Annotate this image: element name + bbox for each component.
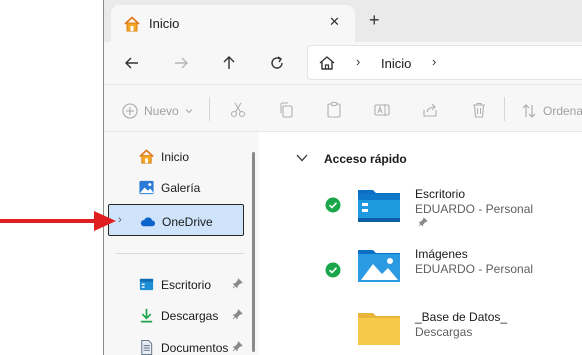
arrow-left-icon (125, 57, 138, 69)
folder-location: Descargas (415, 325, 473, 339)
command-bar: Nuevo Ordena (104, 84, 582, 132)
rename-icon[interactable] (373, 101, 391, 119)
refresh-icon (271, 56, 283, 69)
back-button[interactable] (121, 52, 143, 74)
sidebar-item-galeria[interactable]: Galería (108, 172, 244, 202)
breadcrumb-location[interactable]: Inicio (381, 56, 411, 71)
arrow-up-icon (223, 56, 235, 69)
sidebar-item-escritorio[interactable]: Escritorio (108, 269, 244, 299)
pictures-folder-icon (358, 250, 400, 282)
home-icon (139, 149, 154, 164)
close-tab-button[interactable]: ✕ (329, 14, 340, 30)
file-explorer-window: Inicio ✕ + › Inicio › Nuevo Ordena Inici… (103, 0, 582, 355)
home-icon (124, 16, 140, 32)
plus-circle-icon (122, 103, 138, 119)
arrow-right-icon (175, 57, 188, 69)
paste-icon[interactable] (325, 101, 343, 119)
refresh-button[interactable] (266, 52, 288, 74)
breadcrumb-separator[interactable]: › (432, 54, 436, 69)
cloud-icon (140, 217, 156, 227)
tab-strip: Inicio ✕ + (104, 0, 582, 42)
pin-icon (232, 278, 243, 289)
sidebar-item-label: Documentos (161, 341, 229, 355)
sidebar-item-label: Galería (161, 181, 201, 195)
address-bar[interactable]: › Inicio › (307, 45, 582, 80)
copy-icon[interactable] (277, 101, 295, 119)
new-button-label: Nuevo (144, 104, 179, 118)
quick-access-item-imagenes[interactable]: Imágenes EDUARDO - Personal (319, 245, 582, 297)
sidebar-divider (116, 253, 244, 254)
sidebar-scrollbar[interactable] (252, 152, 255, 352)
folder-location: EDUARDO - Personal (415, 202, 534, 216)
pin-icon (418, 217, 428, 227)
folder-name: Imágenes (415, 247, 468, 261)
sidebar-item-label: OneDrive (162, 215, 213, 229)
sync-status-icon (325, 197, 341, 213)
folder-icon (358, 313, 400, 345)
desktop-folder-icon (358, 190, 400, 222)
annotation-arrow-icon (0, 211, 116, 231)
document-icon (141, 339, 153, 355)
pin-icon (232, 341, 243, 352)
quick-access-header[interactable]: Acceso rápido (324, 152, 407, 166)
sidebar-item-documentos[interactable]: Documentos (108, 332, 244, 355)
new-tab-button[interactable]: + (369, 11, 380, 29)
gallery-icon (139, 180, 154, 195)
toolbar-divider (504, 97, 505, 121)
sort-icon (522, 104, 536, 118)
share-icon[interactable] (421, 101, 439, 119)
sidebar-item-label: Descargas (161, 309, 219, 323)
new-button[interactable]: Nuevo (122, 103, 193, 119)
up-button[interactable] (218, 52, 240, 74)
quick-access-item-base-de-datos[interactable]: _Base de Datos_ Descargas (319, 308, 582, 355)
sidebar-item-descargas[interactable]: Descargas (108, 300, 244, 330)
pin-icon (232, 309, 243, 320)
breadcrumb-separator[interactable]: › (356, 54, 360, 69)
quick-access-item-escritorio[interactable]: Escritorio EDUARDO - Personal (319, 185, 582, 237)
sidebar-item-label: Inicio (161, 150, 190, 164)
sort-button-label: Ordena (543, 104, 582, 118)
sidebar-item-onedrive[interactable]: › OneDrive (108, 204, 244, 236)
toolbar-divider (209, 97, 210, 121)
sync-status-icon (325, 262, 341, 278)
folder-location: EDUARDO - Personal (415, 262, 534, 276)
navigation-pane: Inicio Galería › OneDrive Escritorio Des… (104, 132, 259, 355)
sort-button[interactable]: Ordena (521, 103, 582, 119)
desktop-icon (139, 278, 154, 291)
forward-button[interactable] (170, 52, 192, 74)
cut-icon[interactable] (229, 101, 247, 119)
desktop-background (0, 0, 103, 355)
chevron-down-icon (185, 109, 193, 114)
chevron-down-icon[interactable] (296, 153, 308, 163)
sidebar-item-label: Escritorio (161, 278, 212, 292)
delete-icon[interactable] (470, 101, 488, 119)
navigation-bar: › Inicio › (104, 42, 582, 84)
download-icon (140, 308, 153, 323)
home-icon (319, 56, 335, 70)
folder-name: Escritorio (415, 187, 466, 201)
tab-inicio[interactable]: Inicio ✕ (111, 5, 355, 42)
tab-label: Inicio (149, 16, 180, 31)
sidebar-item-inicio[interactable]: Inicio (108, 141, 244, 171)
expand-chevron-icon[interactable]: › (118, 214, 122, 226)
folder-name: _Base de Datos_ (415, 310, 508, 324)
content-pane: Acceso rápido Escritorio EDUARDO - Perso… (259, 132, 582, 355)
